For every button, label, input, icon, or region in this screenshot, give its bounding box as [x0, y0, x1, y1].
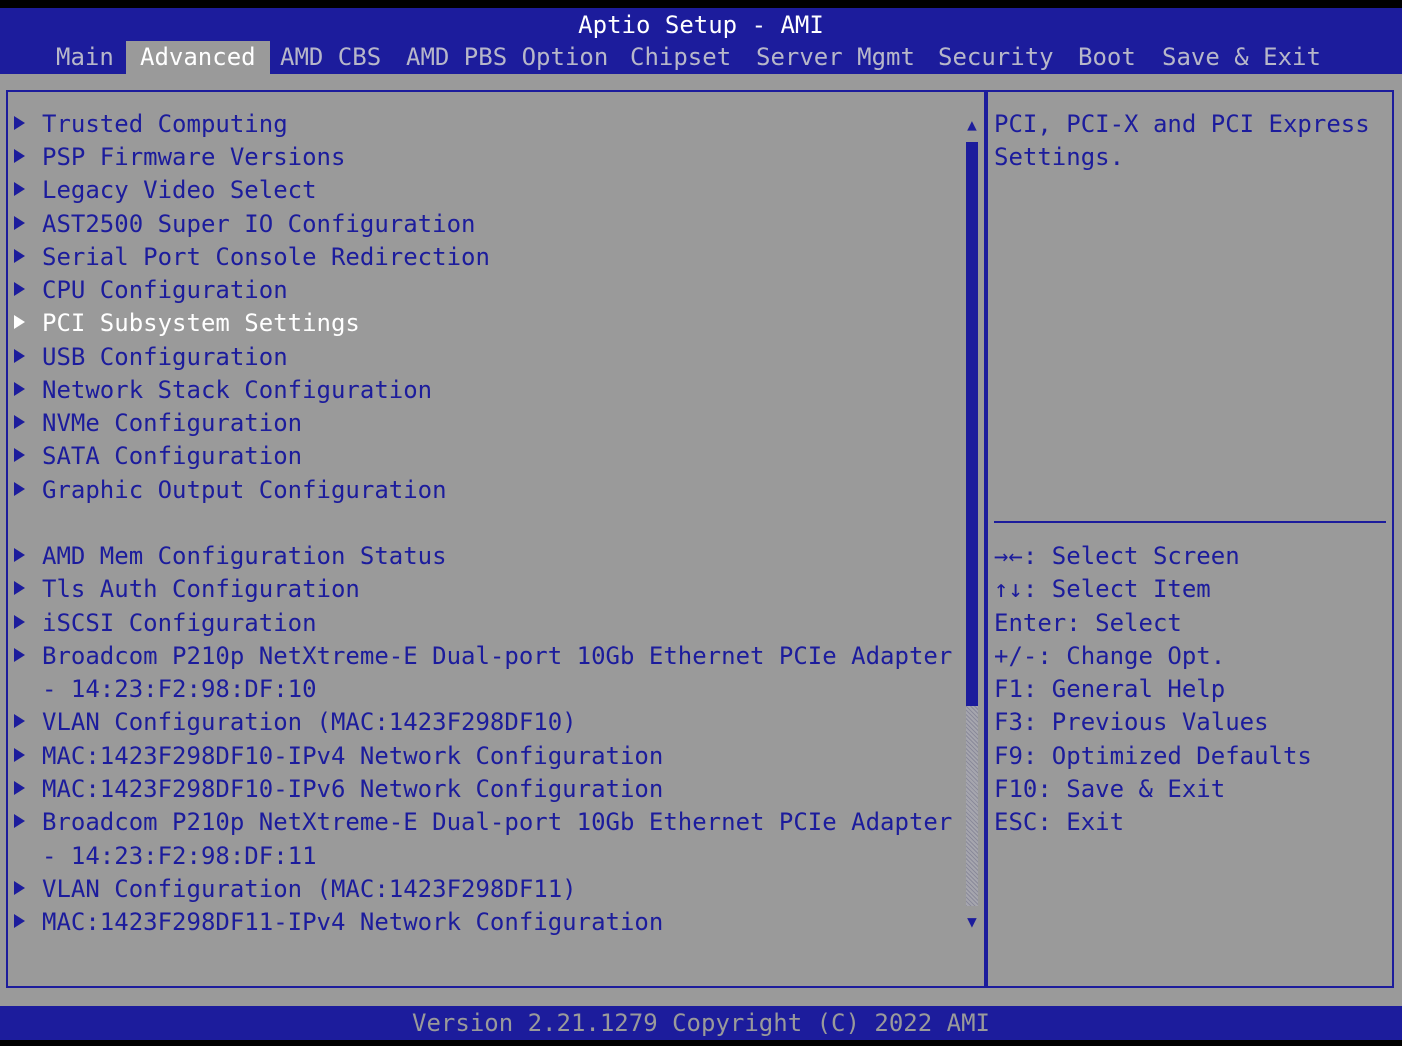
menu-item-broadcom-adapter-2[interactable]: Broadcom P210p NetXtreme-E Dual-port 10G… — [14, 806, 952, 839]
menu-item-network-stack[interactable]: Network Stack Configuration — [14, 374, 432, 407]
submenu-arrow-icon — [14, 149, 25, 163]
menu-item-iscsi-configuration[interactable]: iSCSI Configuration — [14, 607, 317, 640]
help-panel — [986, 90, 1394, 988]
tab-chipset[interactable]: Chipset — [616, 41, 745, 74]
tab-server-mgmt[interactable]: Server Mgmt — [742, 41, 929, 74]
submenu-arrow-icon — [14, 814, 25, 828]
menu-item-label: Broadcom P210p NetXtreme-E Dual-port 10G… — [42, 808, 953, 836]
submenu-arrow-icon — [14, 881, 25, 895]
tab-main[interactable]: Main — [42, 41, 128, 74]
submenu-arrow-icon — [14, 781, 25, 795]
help-divider — [994, 521, 1386, 523]
menu-item-label: Legacy Video Select — [42, 176, 317, 204]
tab-save-exit[interactable]: Save & Exit — [1148, 41, 1335, 74]
menu-item-graphic-output[interactable]: Graphic Output Configuration — [14, 474, 447, 507]
submenu-arrow-icon — [14, 714, 25, 728]
menu-item-label: Graphic Output Configuration — [42, 476, 447, 504]
submenu-arrow-icon — [14, 382, 25, 396]
menu-item-serial-port-console[interactable]: Serial Port Console Redirection — [14, 241, 490, 274]
menu-item-sata-configuration[interactable]: SATA Configuration — [14, 440, 302, 473]
submenu-arrow-icon — [14, 448, 25, 462]
submenu-arrow-icon — [14, 349, 25, 363]
menu-item-vlan-config-df10[interactable]: VLAN Configuration (MAC:1423F298DF10) — [14, 706, 577, 739]
menu-item-vlan-config-df11[interactable]: VLAN Configuration (MAC:1423F298DF11) — [14, 873, 577, 906]
menu-item-nvme-configuration[interactable]: NVMe Configuration — [14, 407, 302, 440]
menu-item-trusted-computing[interactable]: Trusted Computing — [14, 108, 288, 141]
submenu-arrow-icon — [14, 615, 25, 629]
help-description: PCI, PCI-X and PCI Express Settings. — [994, 110, 1385, 171]
menu-item-label: iSCSI Configuration — [42, 609, 317, 637]
submenu-arrow-icon — [14, 415, 25, 429]
menu-item-label: MAC:1423F298DF10-IPv6 Network Configurat… — [42, 775, 664, 803]
menu-item-label: VLAN Configuration (MAC:1423F298DF10) — [42, 708, 577, 736]
menu-item-label: Network Stack Configuration — [42, 376, 433, 404]
key-hint-enter: Enter: Select — [994, 609, 1182, 637]
menu-item-amd-mem-config-status[interactable]: AMD Mem Configuration Status — [14, 540, 447, 573]
submenu-arrow-icon — [14, 249, 25, 263]
version-footer: Version 2.21.1279 Copyright (C) 2022 AMI — [0, 1006, 1402, 1040]
key-hint-general-help: F1: General Help — [994, 675, 1226, 703]
submenu-arrow-icon — [14, 914, 25, 928]
menu-item-label: MAC:1423F298DF11-IPv4 Network Configurat… — [42, 908, 664, 936]
key-hint-optimized-defaults: F9: Optimized Defaults — [994, 742, 1312, 770]
menu-item-psp-firmware-versions[interactable]: PSP Firmware Versions — [14, 141, 345, 174]
scrollbar-thumb[interactable] — [966, 142, 978, 706]
tab-security[interactable]: Security — [924, 41, 1068, 74]
menu-item-label: PSP Firmware Versions — [42, 143, 346, 171]
menu-item-usb-configuration[interactable]: USB Configuration — [14, 341, 288, 374]
key-hint-select-item: ↑↓: Select Item — [994, 575, 1211, 603]
key-hint-change-opt: +/-: Change Opt. — [994, 642, 1226, 670]
submenu-arrow-icon — [14, 581, 25, 595]
menu-item-label: Trusted Computing — [42, 110, 288, 138]
app-title: Aptio Setup - AMI — [578, 11, 824, 39]
submenu-arrow-icon — [14, 182, 25, 196]
submenu-arrow-icon — [14, 548, 25, 562]
tab-boot[interactable]: Boot — [1064, 41, 1150, 74]
key-hint-save-exit: F10: Save & Exit — [994, 775, 1226, 803]
key-hint-esc-exit: ESC: Exit — [994, 808, 1125, 836]
menu-item-ast2500-super-io[interactable]: AST2500 Super IO Configuration — [14, 208, 475, 241]
menu-item-label: Broadcom P210p NetXtreme-E Dual-port 10G… — [42, 642, 953, 670]
menu-item-ipv4-df11[interactable]: MAC:1423F298DF11-IPv4 Network Configurat… — [14, 906, 663, 939]
menu-item-label: AST2500 Super IO Configuration — [42, 210, 476, 238]
menu-item-tls-auth[interactable]: Tls Auth Configuration — [14, 573, 360, 606]
submenu-arrow-icon — [14, 282, 25, 296]
submenu-arrow-icon — [14, 748, 25, 762]
menu-item-label: Serial Port Console Redirection — [42, 243, 490, 271]
menu-item-legacy-video-select[interactable]: Legacy Video Select — [14, 174, 317, 207]
menu-item-label: NVMe Configuration — [42, 409, 303, 437]
menu-item-label: PCI Subsystem Settings — [42, 309, 360, 337]
menu-item-cpu-configuration[interactable]: CPU Configuration — [14, 274, 288, 307]
tab-amd-pbs-option[interactable]: AMD PBS Option — [392, 41, 622, 74]
menu-item-label: USB Configuration — [42, 343, 288, 371]
menu-item-broadcom-adapter-1[interactable]: Broadcom P210p NetXtreme-E Dual-port 10G… — [14, 640, 952, 673]
menu-item-ipv6-df10[interactable]: MAC:1423F298DF10-IPv6 Network Configurat… — [14, 773, 663, 806]
tab-advanced[interactable]: Advanced — [126, 41, 270, 74]
menu-item-ipv4-df10[interactable]: MAC:1423F298DF10-IPv4 Network Configurat… — [14, 740, 663, 773]
submenu-arrow-icon — [14, 482, 25, 496]
menu-item-continuation: - 14:23:F2:98:DF:11 — [42, 842, 317, 870]
menu-item-pci-subsystem-settings[interactable]: PCI Subsystem Settings — [14, 307, 360, 340]
menu-item-label: Tls Auth Configuration — [42, 575, 360, 603]
submenu-arrow-icon — [14, 216, 25, 230]
menu-item-label: MAC:1423F298DF10-IPv4 Network Configurat… — [42, 742, 664, 770]
menu-item-label: CPU Configuration — [42, 276, 288, 304]
submenu-arrow-icon — [14, 315, 25, 329]
key-hint-select-screen: →←: Select Screen — [994, 542, 1240, 570]
submenu-arrow-icon — [14, 116, 25, 130]
menu-item-label: SATA Configuration — [42, 442, 303, 470]
scroll-down-icon[interactable]: ▼ — [964, 914, 980, 930]
submenu-arrow-icon — [14, 648, 25, 662]
menu-item-label: AMD Mem Configuration Status — [42, 542, 447, 570]
scroll-up-icon[interactable]: ▲ — [964, 117, 980, 133]
menu-item-continuation: - 14:23:F2:98:DF:10 — [42, 675, 317, 703]
bios-screen: Aptio Setup - AMI Main Advanced AMD CBS … — [0, 0, 1402, 1046]
menu-item-label: VLAN Configuration (MAC:1423F298DF11) — [42, 875, 577, 903]
tab-amd-cbs[interactable]: AMD CBS — [266, 41, 395, 74]
key-hint-previous-values: F3: Previous Values — [994, 708, 1269, 736]
